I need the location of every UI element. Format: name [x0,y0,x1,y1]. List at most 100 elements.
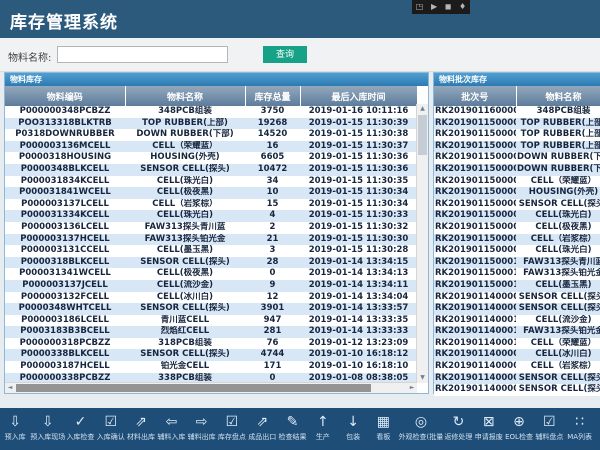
table-row[interactable]: RK2019011500011FAW313探头铂光金 [434,268,600,280]
toolbar-item-product-export[interactable]: ⇗成品出口 [247,411,277,442]
toolbar-item-aux-count[interactable]: ☑辅料盘点 [534,411,564,442]
table-row[interactable]: RK2019011400012FAW313探头铂光金 [434,326,600,338]
table-cell: SENSOR CELL(探头) [516,292,600,304]
table-row[interactable]: RK2019011400013CELL（荣耀蓝） [434,338,600,350]
table-row[interactable]: P000000348PCBZZ348PCB组装37502019-01-16 10… [5,106,417,118]
table-row[interactable]: RK2019011500004CELL（荣耀蓝） [434,176,600,188]
table-cell: CELL（荣耀蓝） [125,141,245,153]
toolbar-item-check-result[interactable]: ✎检查结果 [277,411,307,442]
toolbar-item-scrap-request[interactable]: ⊠申请报废 [474,411,504,442]
table-row[interactable]: RK2019011500001TOP RUBBER(上部) [434,129,600,141]
horizontal-scrollbar[interactable]: ◄ ► [5,382,417,393]
toolbar-item-pre-inbound[interactable]: ⇩预入库 [0,411,30,442]
table-row[interactable]: RK2019011500002DOWN RUBBER(下部) [434,164,600,176]
table-row[interactable]: P000003136LCELLFAW313探头青川蓝22019-01-15 11… [5,222,417,234]
table-row[interactable]: P0318DOWNRUBBERDOWN RUBBER(下部)145202019-… [5,129,417,141]
table-row[interactable]: P0003183B3BCELL烈焰红CELL2812019-01-14 13:3… [5,326,417,338]
play-icon[interactable]: ▶ [431,3,437,11]
table-row[interactable]: P000003187HCELL铂光金CELL1712019-01-10 16:1… [5,361,417,373]
table-cell: 15 [245,199,300,211]
table-row[interactable]: RK2019011400004SENSOR CELL(探头) [434,373,600,385]
toolbar-item-pre-inbound-site[interactable]: ⇩预入库现场 [30,411,65,442]
table-row[interactable]: RK2019011500012CELL(墨玉黑) [434,280,600,292]
table-cell: CELL（岩浆棕） [125,199,245,211]
table-row[interactable]: P000000318PCBZZ318PCB组装762019-01-12 13:2… [5,338,417,350]
table-row[interactable]: RK2019011500010FAW313探头青川蓝 [434,257,600,269]
vertical-scrollbar[interactable]: ▲ ▼ [416,104,428,383]
toolbar-item-production[interactable]: ↑生产 [308,411,338,442]
table-cell: P0000338BLKCELL [5,349,125,361]
table-row[interactable]: P0000338BLKCELLSENSOR CELL(探头)47442019-0… [5,349,417,361]
table-row[interactable]: P000003136MCELLCELL（荣耀蓝）162019-01-15 11:… [5,141,417,153]
scroll-up-icon[interactable]: ▲ [417,104,428,114]
table-row[interactable]: P000031341WCELLCELL(极夜黑)02019-01-14 13:3… [5,268,417,280]
table-row[interactable]: RK2019011500006CELL(极夜黑) [434,222,600,234]
table-row[interactable]: P0000348WHTCELLSENSOR CELL(探头)39012019-0… [5,303,417,315]
toolbar-item-label: 预入库 [0,433,30,442]
table-row[interactable]: RK2019011400005CELL（岩浆棕） [434,361,600,373]
material-name-input[interactable] [57,46,228,63]
table-row[interactable]: RK2019011400007CELL(冰川白) [434,349,600,361]
table-row[interactable]: P000031334KCELLCELL(珠光白)42019-01-15 11:3… [5,210,417,222]
table-cell: TOP RUBBER(上部) [516,129,600,141]
table-row[interactable]: RK2019011500003HOUSING(外壳) [434,187,600,199]
table-cell: 2019-01-15 11:30:36 [300,164,417,176]
horizontal-scroll-thumb[interactable] [16,384,371,392]
table-row[interactable]: P000003137JCELLCELL(流沙金)92019-01-14 13:3… [5,280,417,292]
column-header: 批次号 [434,86,516,106]
sound-icon[interactable]: ♦ [459,3,466,11]
scroll-right-icon[interactable]: ► [407,383,417,392]
table-row[interactable]: P000003137HCELLFAW313探头铂光金212019-01-15 1… [5,234,417,246]
query-button[interactable]: 查询 [263,46,307,63]
toolbar-item-packaging[interactable]: ↓包装 [338,411,368,442]
stop-icon[interactable]: ◼ [445,3,452,11]
toolbar-item-aux-outbound[interactable]: ⇨辅料出库 [186,411,216,442]
toolbar-item-material-outbound[interactable]: ⇗材料出库 [126,411,156,442]
toolbar-item-kanban[interactable]: ▦看板 [368,411,398,442]
table-row[interactable]: POO313318BLKTRBTOP RUBBER(上部)192682019-0… [5,118,417,130]
table-row[interactable]: P000003131CCELLCELL(墨玉黑)32019-01-15 11:3… [5,245,417,257]
table-cell: 16 [245,141,300,153]
table-row[interactable]: RK2019011500001TOP RUBBER(上部) [434,141,600,153]
toolbar-item-ma-list[interactable]: ∷MA列表 [564,411,594,442]
table-row[interactable]: P000003132FCELLCELL(冰川白)122019-01-14 13:… [5,292,417,304]
table-row[interactable]: P0000318BLKCELLSENSOR CELL(探头)282019-01-… [5,257,417,269]
table-row[interactable]: RK2019011500008CELL（岩浆棕） [434,234,600,246]
table-cell: P0000318BLKCELL [5,257,125,269]
table-cell: 281 [245,326,300,338]
table-cell: RK2019011500002 [434,152,516,164]
table-cell: P000003186LCELL [5,315,125,327]
table-row[interactable]: P0000348BLKCELLSENSOR CELL(探头)104722019-… [5,164,417,176]
scroll-down-icon[interactable]: ▼ [417,373,428,383]
table-row[interactable]: P000031841WCELLCELL(极夜黑)102019-01-15 11:… [5,187,417,199]
toolbar-item-visual-inspection[interactable]: ◎外观检查(批量 [399,411,444,442]
table-row[interactable]: P000003137LCELLCELL（岩浆棕）152019-01-15 11:… [5,199,417,211]
table-row[interactable]: RK2019011400009SENSOR CELL(探头) [434,303,600,315]
scroll-left-icon[interactable]: ◄ [5,383,15,392]
table-row[interactable]: RK2019011500001TOP RUBBER(上部) [434,118,600,130]
table-row[interactable]: P000003186LCELL青川蓝CELL9472019-01-14 13:3… [5,315,417,327]
table-row[interactable]: P0000318HOUSINGHOUSING(外壳)66052019-01-15… [5,152,417,164]
toolbar-item-inventory-count[interactable]: ☑库存盘点 [217,411,247,442]
table-row[interactable]: RK2019011500002DOWN RUBBER(下部) [434,152,600,164]
table-row[interactable]: RK2019011400004SENSOR CELL(探头) [434,384,600,396]
table-cell: RK2019011500011 [434,268,516,280]
table-row[interactable]: RK2019011400009SENSOR CELL(探头) [434,292,600,304]
screenshot-icon[interactable]: ◳ [416,3,424,11]
toolbar-item-rework[interactable]: ↻返修处理 [443,411,473,442]
table-row[interactable]: RK2019011500009CELL(珠光白) [434,245,600,257]
toolbar-item-eol-check[interactable]: ⊕EOL检查 [504,411,534,442]
table-cell: 2019-01-10 16:18:12 [300,349,417,361]
table-cell: SENSOR CELL(探头) [516,384,600,396]
toolbar-item-product[interactable]: ○产品 [595,411,600,442]
toolbar-item-aux-inbound[interactable]: ⇦辅料入库 [156,411,186,442]
toolbar-item-inbound-check[interactable]: ✓入库检查 [65,411,95,442]
table-row[interactable]: P000031834KCELLCELL(珠光白)342019-01-15 11:… [5,176,417,188]
table-row[interactable]: RK2019011600001348PCB组装 [434,106,600,118]
table-row[interactable]: RK2019011400011CELL(流沙金) [434,315,600,327]
toolbar-item-inbound-confirm[interactable]: ☑入库确认 [96,411,126,442]
table-row[interactable]: RK2019011500005SENSOR CELL(探头) [434,199,600,211]
table-row[interactable]: RK2019011500007CELL(珠光白) [434,210,600,222]
vertical-scroll-thumb[interactable] [418,115,427,155]
table-cell: 4 [245,210,300,222]
